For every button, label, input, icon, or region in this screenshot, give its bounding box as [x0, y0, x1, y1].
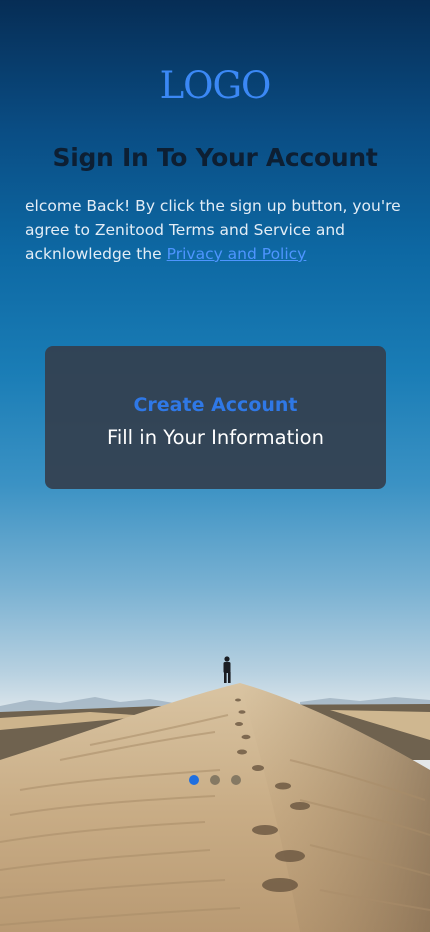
create-account-title: Create Account: [133, 394, 298, 416]
page-title: Sign In To Your Account: [52, 143, 378, 172]
app-logo: LOGO: [159, 64, 272, 107]
page-dot-1[interactable]: [189, 775, 199, 785]
welcome-text: elcome Back! By click the sign up button…: [25, 194, 415, 266]
pagination-dots: [189, 775, 241, 785]
create-account-card[interactable]: Create Account Fill in Your Information: [45, 346, 386, 489]
page-dot-3[interactable]: [231, 775, 241, 785]
fill-info-subtitle: Fill in Your Information: [107, 426, 324, 449]
privacy-policy-link[interactable]: Privacy and Policy: [167, 245, 307, 263]
page-dot-2[interactable]: [210, 775, 220, 785]
